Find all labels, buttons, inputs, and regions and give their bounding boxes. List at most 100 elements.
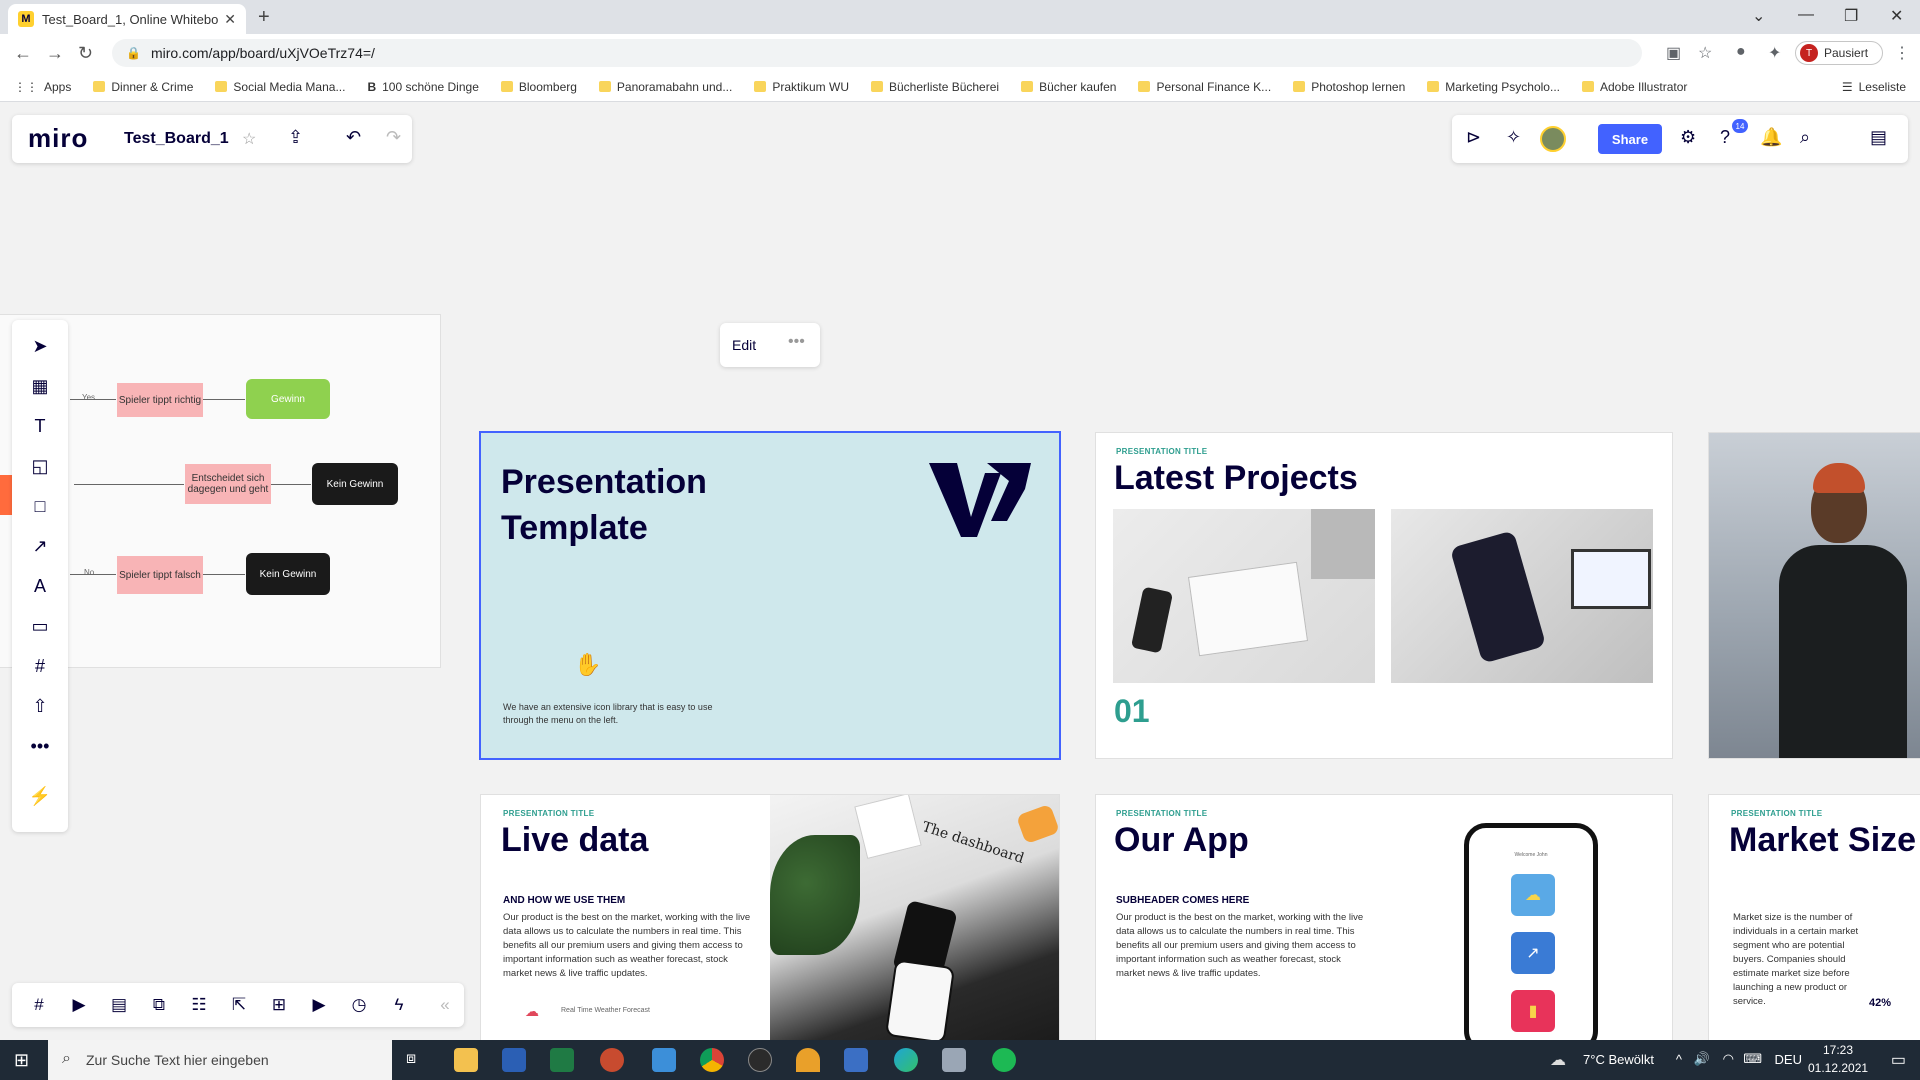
- reading-list-link[interactable]: ☰ Leseliste: [1842, 80, 1906, 94]
- lightning-icon[interactable]: ϟ: [386, 993, 412, 1017]
- decision-shape[interactable]: [0, 475, 12, 515]
- frames-icon[interactable]: #: [26, 993, 52, 1017]
- live-data-frame[interactable]: PRESENTATION TITLE Live data AND HOW WE …: [481, 795, 1059, 1040]
- bookmark-item[interactable]: Adobe Illustrator: [1581, 80, 1687, 94]
- presentation-icon[interactable]: ▶: [66, 993, 92, 1017]
- collaborator-avatar[interactable]: [1540, 126, 1566, 152]
- bookmark-item[interactable]: B 100 schöne Dinge: [367, 80, 478, 94]
- wifi-icon[interactable]: ◠: [1723, 1051, 1734, 1067]
- apps-link[interactable]: ⋮⋮ Apps: [14, 80, 71, 94]
- help-icon[interactable]: ?: [1720, 127, 1730, 148]
- desk-photo[interactable]: [1113, 509, 1375, 683]
- url-field[interactable]: 🔒 miro.com/app/board/uXjVOeTrz74=/: [112, 39, 1642, 67]
- cards-icon[interactable]: ☷: [186, 993, 212, 1017]
- mail-icon[interactable]: [652, 1048, 676, 1072]
- sticky-note-icon[interactable]: ◱: [26, 452, 54, 480]
- bell-icon[interactable]: 🔔: [1760, 127, 1782, 148]
- screen-share-icon[interactable]: ⧉: [146, 993, 172, 1017]
- windows-start-icon[interactable]: ⊞: [14, 1050, 29, 1071]
- cursor-visibility-icon[interactable]: ⊳: [1466, 127, 1481, 148]
- extension-icon[interactable]: ▣: [1666, 43, 1681, 63]
- keyboard-icon[interactable]: ⌨: [1743, 1051, 1762, 1067]
- phone-photo[interactable]: [1391, 509, 1653, 683]
- comment-icon[interactable]: ▭: [26, 612, 54, 640]
- edit-button[interactable]: Edit: [732, 337, 756, 353]
- pen-icon[interactable]: A: [26, 572, 54, 600]
- export-icon[interactable]: ⇪: [288, 127, 303, 148]
- app-icon[interactable]: [942, 1048, 966, 1072]
- back-icon[interactable]: ←: [14, 43, 32, 64]
- bookmark-item[interactable]: Marketing Psycholo...: [1427, 80, 1560, 94]
- bookmark-item[interactable]: Praktikum WU: [754, 80, 849, 94]
- task-view-icon[interactable]: ⧈: [406, 1050, 416, 1068]
- settings-sliders-icon[interactable]: ⚙: [1680, 127, 1696, 148]
- extension-badge-icon[interactable]: ●: [1736, 43, 1746, 61]
- card-add-icon[interactable]: ⊞: [266, 993, 292, 1017]
- restore-icon[interactable]: ❐: [1844, 6, 1858, 26]
- minimize-icon[interactable]: —: [1798, 6, 1814, 24]
- bookmark-item[interactable]: Panoramabahn und...: [598, 80, 732, 94]
- chrome-icon[interactable]: [700, 1048, 724, 1072]
- reload-icon[interactable]: ↻: [78, 43, 93, 64]
- star-icon[interactable]: ☆: [242, 129, 256, 149]
- edge-icon[interactable]: [894, 1048, 918, 1072]
- undo-icon[interactable]: ↶: [346, 127, 361, 148]
- new-tab-icon[interactable]: +: [258, 6, 270, 29]
- collapse-icon[interactable]: «: [432, 993, 458, 1017]
- presentation-template-frame[interactable]: Presentation Template We have an extensi…: [481, 433, 1059, 758]
- templates-icon[interactable]: ▦: [26, 372, 54, 400]
- puzzle-icon[interactable]: ✦: [1768, 43, 1781, 63]
- flow-box[interactable]: Spieler tippt falsch: [117, 556, 203, 594]
- close-tab-icon[interactable]: ✕: [224, 11, 236, 28]
- bookmark-item[interactable]: Social Media Mana...: [215, 80, 345, 94]
- embed-icon[interactable]: ⇱: [226, 993, 252, 1017]
- bookmark-item[interactable]: Bücher kaufen: [1021, 80, 1116, 94]
- flow-box[interactable]: Spieler tippt richtig: [117, 383, 203, 417]
- our-app-frame[interactable]: PRESENTATION TITLE Our App SUBHEADER COM…: [1096, 795, 1672, 1040]
- frame-icon[interactable]: #: [26, 652, 54, 680]
- close-window-icon[interactable]: ✕: [1890, 6, 1903, 26]
- connection-line-icon[interactable]: ↗: [26, 532, 54, 560]
- search-icon[interactable]: ⌕: [1800, 127, 1810, 148]
- profile-button[interactable]: T Pausiert: [1795, 41, 1883, 65]
- bookmark-item[interactable]: Personal Finance K...: [1138, 80, 1271, 94]
- dashboard-photo[interactable]: The dashboard: [770, 795, 1059, 1040]
- portrait-frame[interactable]: [1709, 433, 1920, 758]
- share-button[interactable]: Share: [1598, 124, 1662, 154]
- market-size-frame[interactable]: PRESENTATION TITLE Market Size Market si…: [1709, 795, 1920, 1040]
- video-icon[interactable]: ▶: [306, 993, 332, 1017]
- browser-tab[interactable]: M Test_Board_1, Online Whiteboard ✕: [8, 4, 246, 34]
- flow-box[interactable]: Kein Gewinn: [312, 463, 398, 505]
- file-explorer-icon[interactable]: [454, 1048, 478, 1072]
- clock-time[interactable]: 17:23: [1808, 1043, 1868, 1057]
- notes-panel-icon[interactable]: ▤: [1870, 127, 1887, 148]
- upload-icon[interactable]: ⇧: [26, 692, 54, 720]
- board-name[interactable]: Test_Board_1: [124, 130, 229, 148]
- powerpoint-icon[interactable]: [600, 1048, 624, 1072]
- apps-plug-icon[interactable]: ⚡: [26, 782, 54, 810]
- spotify-icon[interactable]: [992, 1048, 1016, 1072]
- speaker-icon[interactable]: 🔊: [1694, 1051, 1710, 1067]
- weather-text[interactable]: 7°C Bewölkt: [1583, 1052, 1654, 1067]
- browser-menu-icon[interactable]: ⋮: [1894, 43, 1910, 63]
- shape-icon[interactable]: □: [26, 492, 54, 520]
- notifications-icon[interactable]: ▭: [1891, 1050, 1906, 1070]
- more-tools-icon[interactable]: •••: [26, 732, 54, 760]
- tab-search-icon[interactable]: ⌄: [1752, 6, 1765, 26]
- flow-box[interactable]: Entscheidet sich dagegen und geht: [185, 464, 271, 504]
- timer-icon[interactable]: ◷: [346, 993, 372, 1017]
- chevron-up-icon[interactable]: ^: [1676, 1052, 1682, 1067]
- language-indicator[interactable]: DEU: [1775, 1052, 1802, 1067]
- select-icon[interactable]: ➤: [26, 332, 54, 360]
- bookmark-star-icon[interactable]: ☆: [1698, 43, 1712, 63]
- celebrate-icon[interactable]: ✧: [1506, 127, 1521, 148]
- redo-icon[interactable]: ↷: [386, 127, 401, 148]
- flow-box[interactable]: Gewinn: [246, 379, 330, 419]
- bookmark-item[interactable]: Bloomberg: [500, 80, 577, 94]
- word-icon[interactable]: [502, 1048, 526, 1072]
- taskbar-search[interactable]: ⌕ Zur Suche Text hier eingeben: [48, 1040, 392, 1080]
- app-icon[interactable]: [844, 1048, 868, 1072]
- forward-icon[interactable]: →: [46, 43, 64, 64]
- miro-logo[interactable]: miro: [28, 123, 88, 154]
- bookmark-item[interactable]: Dinner & Crime: [93, 80, 193, 94]
